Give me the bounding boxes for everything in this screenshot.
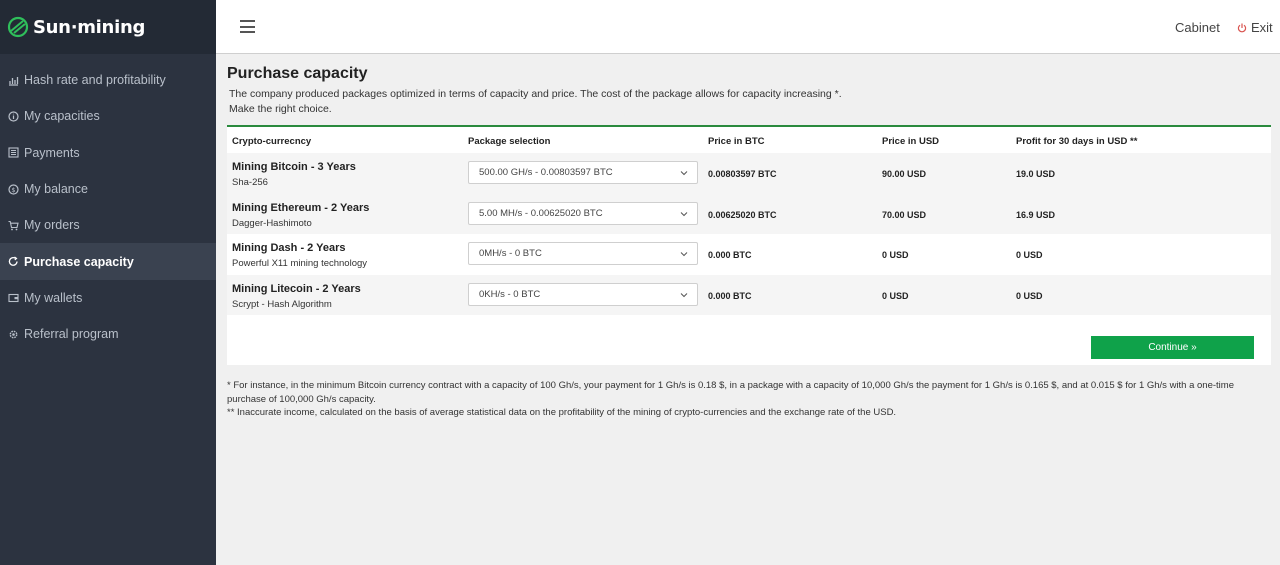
sidebar: Sun·mining Hash rate and profitability M… — [0, 0, 216, 565]
power-icon — [1237, 23, 1247, 32]
sidebar-item-label: My balance — [24, 182, 88, 197]
logo-icon — [7, 16, 29, 38]
currency-algorithm: Dagger-Hashimoto — [232, 217, 312, 229]
sidebar-item-label: My capacities — [24, 109, 100, 124]
top-header: Cabinet Exit — [216, 0, 1280, 54]
description-line: The company produced packages optimized … — [229, 88, 842, 100]
currency-algorithm: Sha-256 — [232, 177, 268, 188]
package-select-value: 0KH/s - 0 BTC — [479, 288, 541, 300]
table-row: Mining Litecoin - 2 Years Scrypt - Hash … — [227, 274, 1271, 315]
sidebar-item-label: My orders — [24, 218, 80, 233]
sidebar-item-my-orders[interactable]: My orders — [0, 207, 216, 243]
sidebar-item-purchase-capacity[interactable]: Purchase capacity — [0, 243, 216, 280]
table-row: Mining Dash - 2 Years Powerful X11 minin… — [227, 234, 1271, 275]
currency-name: Mining Litecoin - 2 Years — [232, 282, 361, 295]
list-icon — [8, 147, 19, 158]
info-icon — [8, 111, 19, 122]
column-header: Price in BTC — [708, 136, 765, 147]
packages-table: Crypto-currecncy Package selection Price… — [227, 125, 1271, 365]
profit-30-days: 16.9 USD — [1016, 209, 1056, 220]
sidebar-item-referral-program[interactable]: Referral program — [0, 316, 216, 352]
chevron-down-icon — [680, 252, 688, 257]
refresh-icon — [8, 256, 19, 267]
page-description: The company produced packages optimized … — [229, 87, 929, 116]
sidebar-item-label: Referral program — [24, 327, 119, 342]
profit-30-days: 19.0 USD — [1016, 169, 1056, 179]
chevron-down-icon — [680, 171, 688, 176]
sidebar-item-payments[interactable]: Payments — [0, 135, 216, 171]
column-header: Profit for 30 days in USD ** — [1016, 136, 1138, 147]
main-content: Purchase capacity The company produced p… — [216, 55, 1280, 565]
column-header: Price in USD — [882, 136, 940, 147]
table-header: Crypto-currecncy Package selection Price… — [227, 127, 1271, 153]
logo[interactable]: Sun·mining — [0, 0, 216, 54]
package-select[interactable]: 500.00 GH/s - 0.00803597 BTC — [468, 161, 698, 184]
gear-icon — [8, 329, 19, 340]
package-select[interactable]: 0MH/s - 0 BTC — [468, 242, 698, 265]
currency-name: Mining Dash - 2 Years — [232, 242, 346, 254]
coin-icon: $ — [8, 183, 19, 195]
package-select-value: 0MH/s - 0 BTC — [479, 248, 542, 259]
package-select-value: 5.00 MH/s - 0.00625020 BTC — [479, 207, 603, 219]
description-line: Make the right choice. — [229, 102, 332, 115]
sidebar-item-label: My wallets — [24, 290, 83, 305]
exit-label: Exit — [1251, 20, 1273, 35]
sidebar-item-label: Hash rate and profitability — [24, 73, 166, 88]
exit-link[interactable]: Exit — [1237, 20, 1273, 35]
sidebar-item-label: Purchase capacity — [24, 254, 134, 269]
package-select-value: 500.00 GH/s - 0.00803597 BTC — [479, 167, 613, 178]
chevron-down-icon — [680, 292, 688, 297]
price-btc: 0.00625020 BTC — [708, 209, 777, 220]
chart-icon — [8, 75, 19, 86]
price-btc: 0.000 BTC — [708, 290, 752, 301]
continue-button[interactable]: Continue » — [1091, 336, 1254, 359]
svg-text:$: $ — [11, 186, 15, 194]
table-row: Mining Bitcoin - 3 Years Sha-256 500.00 … — [227, 153, 1271, 194]
chevron-down-icon — [680, 211, 688, 216]
package-select[interactable]: 0KH/s - 0 BTC — [468, 282, 698, 306]
cabinet-link[interactable]: Cabinet — [1175, 20, 1220, 35]
profit-30-days: 0 USD — [1016, 290, 1043, 301]
currency-name: Mining Bitcoin - 3 Years — [232, 161, 356, 173]
sidebar-item-my-wallets[interactable]: My wallets — [0, 280, 216, 316]
sidebar-item-label: Payments — [24, 145, 80, 160]
sidebar-item-my-balance[interactable]: $ My balance — [0, 171, 216, 207]
footnote: ** Inaccurate income, calculated on the … — [227, 407, 897, 418]
sidebar-item-my-capacities[interactable]: My capacities — [0, 98, 216, 134]
footnote: * For instance, in the minimum Bitcoin c… — [227, 380, 1234, 405]
wallet-icon — [8, 292, 19, 303]
sidebar-item-hash-rate[interactable]: Hash rate and profitability — [0, 62, 216, 98]
sidebar-nav: Hash rate and profitability My capacitie… — [0, 62, 216, 352]
profit-30-days: 0 USD — [1016, 250, 1043, 260]
currency-algorithm: Scrypt - Hash Algorithm — [232, 298, 332, 310]
price-usd: 70.00 USD — [882, 209, 927, 220]
price-usd: 0 USD — [882, 250, 909, 260]
package-select[interactable]: 5.00 MH/s - 0.00625020 BTC — [468, 201, 698, 225]
brand-name: Sun·mining — [33, 16, 146, 38]
currency-algorithm: Powerful X11 mining technology — [232, 258, 368, 269]
price-btc: 0.000 BTC — [708, 250, 752, 260]
footnotes: * For instance, in the minimum Bitcoin c… — [227, 379, 1275, 420]
menu-icon[interactable] — [240, 20, 255, 33]
column-header: Crypto-currecncy — [232, 136, 312, 147]
page-title: Purchase capacity — [227, 65, 368, 82]
cart-icon — [8, 220, 19, 231]
table-row: Mining Ethereum - 2 Years Dagger-Hashimo… — [227, 193, 1271, 234]
price-usd: 0 USD — [882, 290, 909, 301]
currency-name: Mining Ethereum - 2 Years — [232, 201, 370, 214]
price-usd: 90.00 USD — [882, 169, 927, 179]
price-btc: 0.00803597 BTC — [708, 169, 777, 179]
column-header: Package selection — [468, 136, 551, 147]
